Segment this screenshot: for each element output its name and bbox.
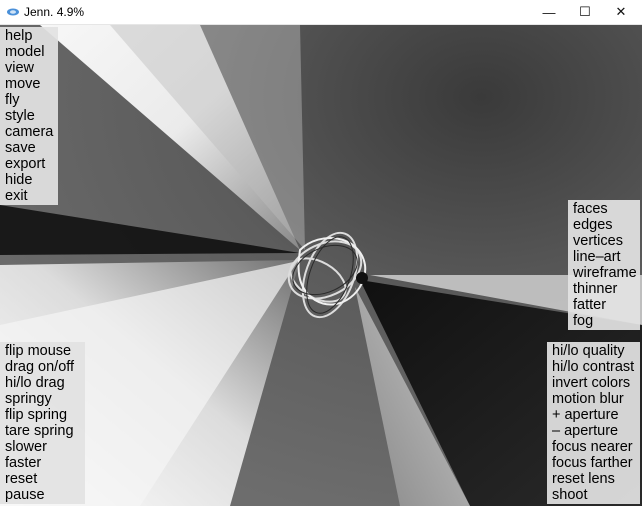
window-title: Jenn. 4.9%	[24, 5, 85, 19]
menu-item-flip-spring[interactable]: flip spring	[5, 407, 82, 423]
menu-item-motion-blur[interactable]: motion blur	[552, 391, 637, 407]
menu-item-hide[interactable]: hide	[5, 172, 55, 188]
menu-item-help[interactable]: help	[5, 28, 55, 44]
menu-item-view[interactable]: view	[5, 60, 55, 76]
menu-item-export[interactable]: export	[5, 156, 55, 172]
menu-item-aperture[interactable]: + aperture	[552, 407, 637, 423]
menu-item-invert-colors[interactable]: invert colors	[552, 375, 637, 391]
menu-item-thinner[interactable]: thinner	[573, 281, 637, 297]
menu-item-focus-nearer[interactable]: focus nearer	[552, 439, 637, 455]
menu-item-hi-lo-drag[interactable]: hi/lo drag	[5, 375, 82, 391]
menu-item-edges[interactable]: edges	[573, 217, 637, 233]
style-menu: faces edges vertices line–art wireframe thinn…	[568, 200, 640, 330]
menu-item-focus-farther[interactable]: focus farther	[552, 455, 637, 471]
menu-item-flip-mouse[interactable]: flip mouse	[5, 343, 82, 359]
menu-item-springy[interactable]: springy	[5, 391, 82, 407]
menu-item-hi-lo-quality[interactable]: hi/lo quality	[552, 343, 637, 359]
menu-item-vertices[interactable]: vertices	[573, 233, 637, 249]
menu-item-slower[interactable]: slower	[5, 439, 82, 455]
render-viewport[interactable]	[0, 25, 642, 506]
menu-item-fatter[interactable]: fatter	[573, 297, 637, 313]
jenn-app-icon	[7, 8, 19, 16]
menu-item-move[interactable]: move	[5, 76, 55, 92]
mouse-menu: flip mouse drag on/off hi/lo drag springy fl…	[0, 342, 85, 504]
menu-item-pause[interactable]: pause	[5, 487, 82, 503]
menu-item-reset-lens[interactable]: reset lens	[552, 471, 637, 487]
menu-item-aperture[interactable]: – aperture	[552, 423, 637, 439]
camera-menu: hi/lo quality hi/lo contrast invert colors…	[547, 342, 640, 504]
menu-item-camera[interactable]: camera	[5, 124, 55, 140]
menu-item-exit[interactable]: exit	[5, 188, 55, 204]
menu-item-hi-lo-contrast[interactable]: hi/lo contrast	[552, 359, 637, 375]
rendered-scene	[0, 25, 642, 506]
maximize-icon: ☐	[579, 4, 591, 19]
main-menu: help model view move fly style camera save expor…	[0, 27, 58, 205]
menu-item-line-art[interactable]: line–art	[573, 249, 637, 265]
menu-item-reset[interactable]: reset	[5, 471, 82, 487]
menu-item-shoot[interactable]: shoot	[552, 487, 637, 503]
close-button[interactable]: ✕	[598, 0, 642, 24]
menu-item-wireframe[interactable]: wireframe	[573, 265, 637, 281]
minimize-icon: —	[542, 4, 556, 20]
menu-item-fly[interactable]: fly	[5, 92, 55, 108]
menu-item-model[interactable]: model	[5, 44, 55, 60]
menu-item-style[interactable]: style	[5, 108, 55, 124]
title-bar[interactable]: Jenn. 4.9% — ☐ ✕	[0, 0, 642, 25]
menu-item-faster[interactable]: faster	[5, 455, 82, 471]
menu-item-drag-on-off[interactable]: drag on/off	[5, 359, 82, 375]
menu-item-tare-spring[interactable]: tare spring	[5, 423, 82, 439]
menu-item-faces[interactable]: faces	[573, 201, 637, 217]
menu-item-save[interactable]: save	[5, 140, 55, 156]
close-icon: ✕	[615, 4, 627, 19]
menu-item-fog[interactable]: fog	[573, 313, 637, 329]
